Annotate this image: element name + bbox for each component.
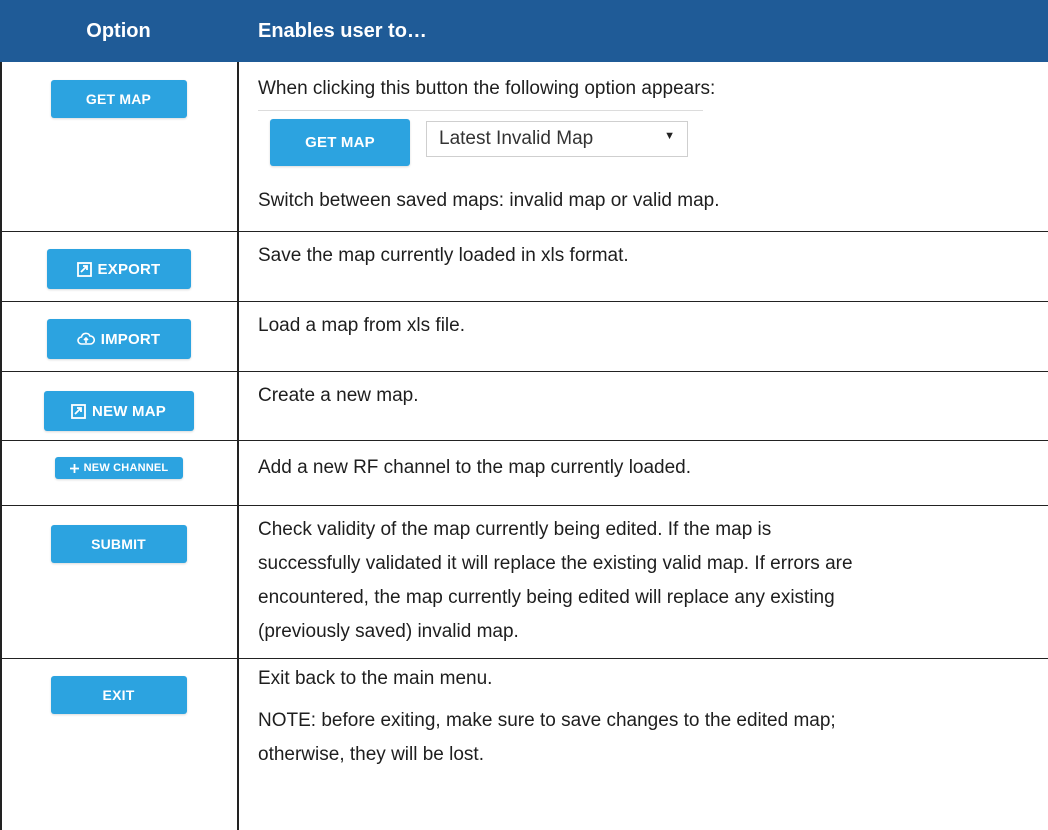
- table-header: Option Enables user to…: [0, 0, 1048, 62]
- example-get-map-label: GET MAP: [305, 134, 375, 151]
- table-row-submit: SUBMIT Check validity of the map current…: [0, 505, 1048, 658]
- submit-description-line: (previously saved) invalid map.: [258, 621, 519, 642]
- import-button-label: IMPORT: [100, 330, 161, 348]
- export-icon: [76, 261, 92, 277]
- option-column-header: Option: [86, 19, 151, 42]
- new-map-button[interactable]: NEW MAP: [43, 391, 194, 431]
- submit-description-line: successfully validated it will replace t…: [258, 553, 853, 574]
- exit-button-label: EXIT: [102, 687, 135, 703]
- import-description: Load a map from xls file.: [258, 315, 465, 336]
- dropdown-arrow-icon: ▼: [664, 130, 675, 142]
- submit-button-label: SUBMIT: [91, 536, 146, 552]
- import-button[interactable]: IMPORT: [46, 319, 191, 359]
- options-table: Option Enables user to… GET MAP When cli…: [0, 0, 1048, 830]
- exit-note-line: NOTE: before exiting, make sure to save …: [258, 710, 836, 731]
- submit-button[interactable]: SUBMIT: [50, 525, 187, 563]
- new-channel-button[interactable]: NEW CHANNEL: [54, 457, 183, 479]
- example-get-map-button[interactable]: GET MAP: [270, 119, 410, 166]
- export-button[interactable]: EXPORT: [46, 249, 191, 289]
- get-map-button[interactable]: GET MAP: [50, 80, 187, 118]
- get-map-description-intro: When clicking this button the following …: [258, 78, 716, 99]
- description-column-header: Enables user to…: [258, 19, 427, 42]
- exit-button[interactable]: EXIT: [50, 676, 187, 714]
- new-map-description: Create a new map.: [258, 385, 419, 406]
- export-button-label: EXPORT: [97, 260, 161, 278]
- submit-description-line: Check validity of the map currently bein…: [258, 519, 772, 540]
- export-description: Save the map currently loaded in xls for…: [258, 245, 629, 266]
- cloud-upload-icon: [76, 332, 95, 346]
- new-map-icon: [71, 403, 86, 419]
- get-map-button-label: GET MAP: [85, 91, 152, 107]
- get-map-description-detail: Switch between saved maps: invalid map o…: [258, 190, 720, 211]
- new-channel-button-label: NEW CHANNEL: [83, 462, 169, 474]
- plus-icon: [69, 463, 80, 474]
- table-row-import: IMPORT Load a map from xls file.: [0, 301, 1048, 371]
- get-map-example: GET MAP Latest Invalid Map ▼: [258, 110, 703, 166]
- map-version-select[interactable]: Latest Invalid Map ▼: [426, 121, 688, 157]
- exit-description-line: Exit back to the main menu.: [258, 668, 493, 689]
- table-row-new-channel: NEW CHANNEL Add a new RF channel to the …: [0, 440, 1048, 505]
- exit-description: Exit back to the main menu. NOTE: before…: [258, 662, 1028, 772]
- table-row-export: EXPORT Save the map currently loaded in …: [0, 231, 1048, 301]
- new-map-button-label: NEW MAP: [92, 402, 166, 420]
- table-row-exit: EXIT Exit back to the main menu. NOTE: b…: [0, 658, 1048, 830]
- map-version-select-value: Latest Invalid Map: [439, 128, 594, 149]
- table-row-new-map: NEW MAP Create a new map.: [0, 371, 1048, 440]
- new-channel-description: Add a new RF channel to the map currentl…: [258, 457, 692, 478]
- submit-description: Check validity of the map currently bein…: [258, 513, 1028, 649]
- exit-note-line: otherwise, they will be lost.: [258, 744, 484, 765]
- submit-description-line: encountered, the map currently being edi…: [258, 587, 835, 608]
